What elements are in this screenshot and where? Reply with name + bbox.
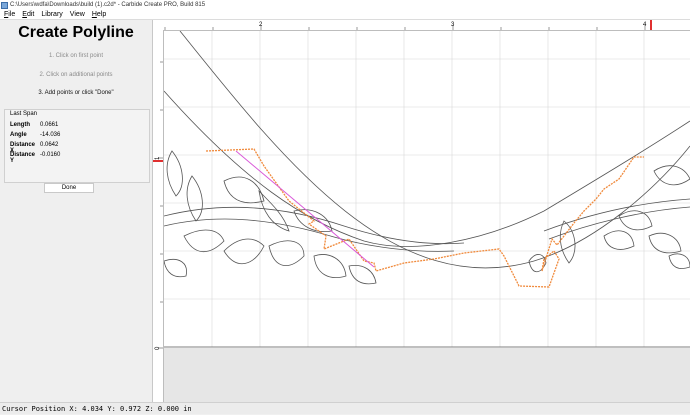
create-polyline-panel: Create Polyline 1. Click on first point … — [0, 20, 153, 402]
drawing-canvas[interactable] — [164, 31, 690, 402]
step-first-point: 1. Click on first point — [48, 53, 104, 59]
angle-label: Angle — [10, 132, 27, 138]
menu-view[interactable]: View — [70, 11, 85, 18]
angle-value: -14.036 — [40, 132, 61, 138]
title-bar: C:\Users\wdfa\Downloads\build (1).c2d* -… — [0, 0, 690, 10]
panel-title: Create Polyline — [18, 24, 134, 41]
step-additional-points: 2. Click on additional points — [39, 72, 113, 78]
grid-lines — [164, 31, 690, 347]
polyline-in-progress[interactable] — [205, 148, 644, 288]
menu-help-label: elp — [96, 11, 107, 18]
length-label: Length — [10, 122, 30, 128]
ruler-top-cursor-marker — [650, 20, 652, 30]
ruler-top-label-4: 4 — [643, 22, 647, 28]
ruler-left-label-0: 0 — [155, 346, 161, 350]
distance-y-label: Distance Y — [10, 152, 36, 164]
preview-span — [235, 150, 375, 268]
row-distance-y: Distance Y -0.0160 — [10, 152, 60, 164]
ruler-top-label-2: 2 — [259, 22, 263, 28]
menu-file[interactable]: File — [4, 11, 15, 18]
ruler-left: 1 0 — [153, 30, 164, 402]
last-span-title: Last Span — [10, 111, 38, 117]
menu-help[interactable]: Help — [92, 11, 106, 18]
step-add-or-done: 3. Add points or click "Done" — [38, 90, 114, 96]
app-icon — [1, 1, 8, 9]
menu-edit[interactable]: Edit — [22, 11, 34, 18]
menu-file-label: ile — [8, 11, 16, 18]
off-stock-area — [164, 348, 690, 402]
last-span-group: Last Span Length 0.0661 Angle -14.036 Di… — [4, 109, 150, 183]
menu-edit-label: dit — [26, 11, 35, 18]
menu-library-label: Library — [41, 11, 63, 18]
ruler-left-label-1: 1 — [155, 156, 161, 160]
menu-bar: File Edit Library View Help — [0, 10, 690, 20]
ruler-top: 2 3 4 — [153, 20, 690, 31]
status-bar: Cursor Position X: 4.034 Y: 0.972 Z: 0.0… — [0, 402, 690, 414]
menu-library[interactable]: Library — [41, 11, 62, 18]
ruler-left-cursor-marker — [153, 160, 163, 162]
done-button[interactable]: Done — [44, 183, 94, 193]
length-value: 0.0661 — [40, 122, 59, 128]
window-title: C:\Users\wdfa\Downloads\build (1).c2d* -… — [10, 2, 206, 8]
row-angle: Angle -14.036 — [10, 132, 60, 138]
ruler-top-label-3: 3 — [451, 22, 455, 28]
menu-view-label: View — [69, 11, 85, 18]
row-length: Length 0.0661 — [10, 122, 58, 128]
distance-y-value: -0.0160 — [40, 152, 61, 158]
